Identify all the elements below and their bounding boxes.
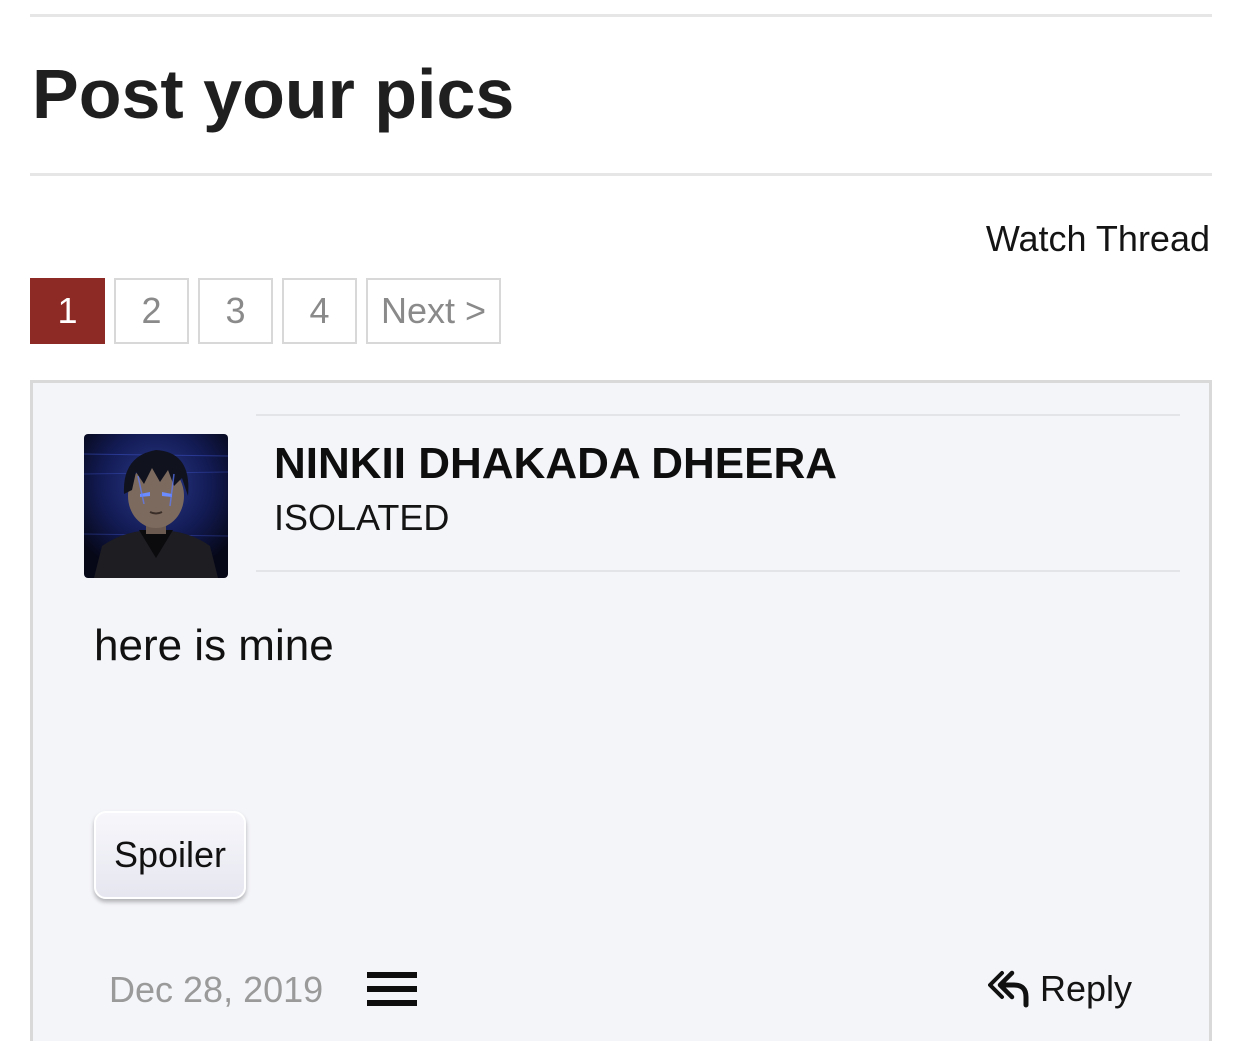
post-body: here is mine <box>94 621 334 670</box>
anime-character-avatar-icon <box>84 434 228 578</box>
reply-label: Reply <box>1040 968 1133 1009</box>
pagination: 1 2 3 4 Next > <box>30 278 510 344</box>
next-page-button[interactable]: Next > <box>366 278 501 344</box>
thread-title: Post your pics <box>32 55 515 133</box>
hamburger-menu-icon[interactable] <box>367 972 417 1006</box>
page-1-button[interactable]: 1 <box>30 278 105 344</box>
top-divider <box>30 14 1212 17</box>
post-card: NINKII DHAKADA DHEERA ISOLATED here is m… <box>30 380 1212 1041</box>
thread-page: Post your pics Watch Thread 1 2 3 4 Next… <box>0 0 1242 1041</box>
title-divider <box>30 173 1212 176</box>
watch-thread-link[interactable]: Watch Thread <box>986 218 1210 260</box>
post-author-title: ISOLATED <box>274 497 450 538</box>
reply-button[interactable]: Reply <box>988 967 1132 1011</box>
user-info-bottom-divider <box>256 570 1180 572</box>
post-author-name[interactable]: NINKII DHAKADA DHEERA <box>274 439 837 489</box>
user-info-top-divider <box>256 414 1180 416</box>
post-date[interactable]: Dec 28, 2019 <box>109 969 323 1011</box>
page-4-button[interactable]: 4 <box>282 278 357 344</box>
page-3-button[interactable]: 3 <box>198 278 273 344</box>
spoiler-button[interactable]: Spoiler <box>94 811 246 899</box>
reply-arrow-icon <box>988 970 1029 1008</box>
page-2-button[interactable]: 2 <box>114 278 189 344</box>
avatar[interactable] <box>84 434 228 578</box>
